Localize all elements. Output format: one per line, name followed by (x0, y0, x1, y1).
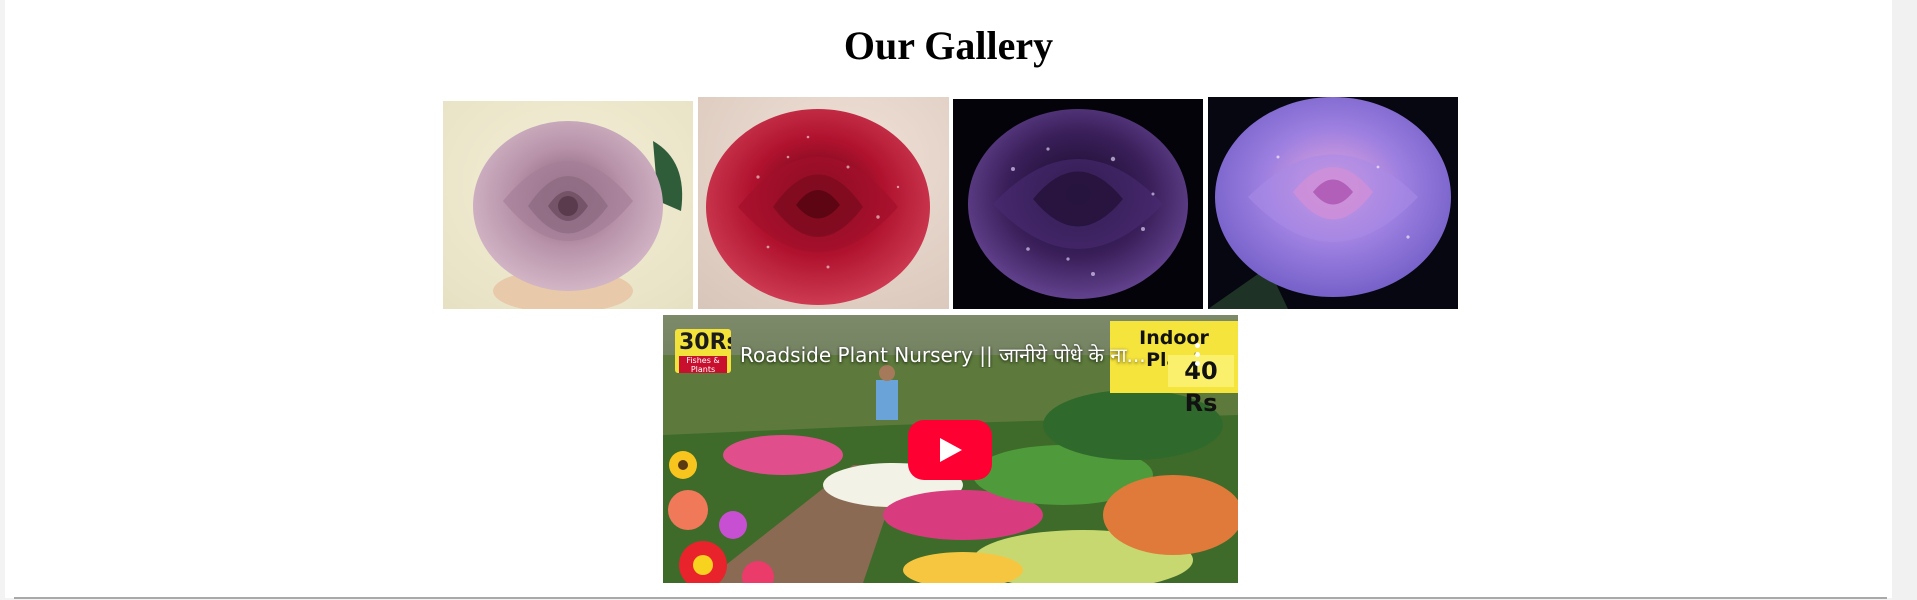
lavender-rose-image (1208, 97, 1458, 309)
bottom-divider (14, 597, 1887, 599)
channel-logo[interactable]: 30Rs Fishes & Plants (675, 329, 731, 373)
play-button[interactable] (908, 420, 992, 480)
video-embed[interactable]: 30Rs Fishes & Plants Indoor Plant 40 Rs … (663, 315, 1238, 583)
more-vertical-icon[interactable] (1191, 343, 1203, 369)
gallery-image-lilac-rose[interactable] (443, 101, 693, 309)
red-rose-image (698, 97, 949, 309)
dark-purple-rose-image (953, 99, 1203, 309)
gallery-title: Our Gallery (843, 23, 1054, 68)
video-title[interactable]: Roadside Plant Nursery || जानीये पोधे के… (740, 341, 1160, 368)
gallery-image-dark-purple-rose[interactable] (953, 99, 1203, 309)
youtube-play-icon (940, 438, 962, 462)
gallery-image-red-rose[interactable] (698, 97, 949, 309)
channel-logo-price: 30Rs (679, 330, 731, 355)
lilac-rose-image (443, 101, 693, 309)
scrollbar[interactable] (1892, 0, 1917, 600)
channel-logo-caption: Fishes & Plants (679, 356, 727, 373)
gallery-image-lavender-rose[interactable] (1208, 97, 1458, 309)
